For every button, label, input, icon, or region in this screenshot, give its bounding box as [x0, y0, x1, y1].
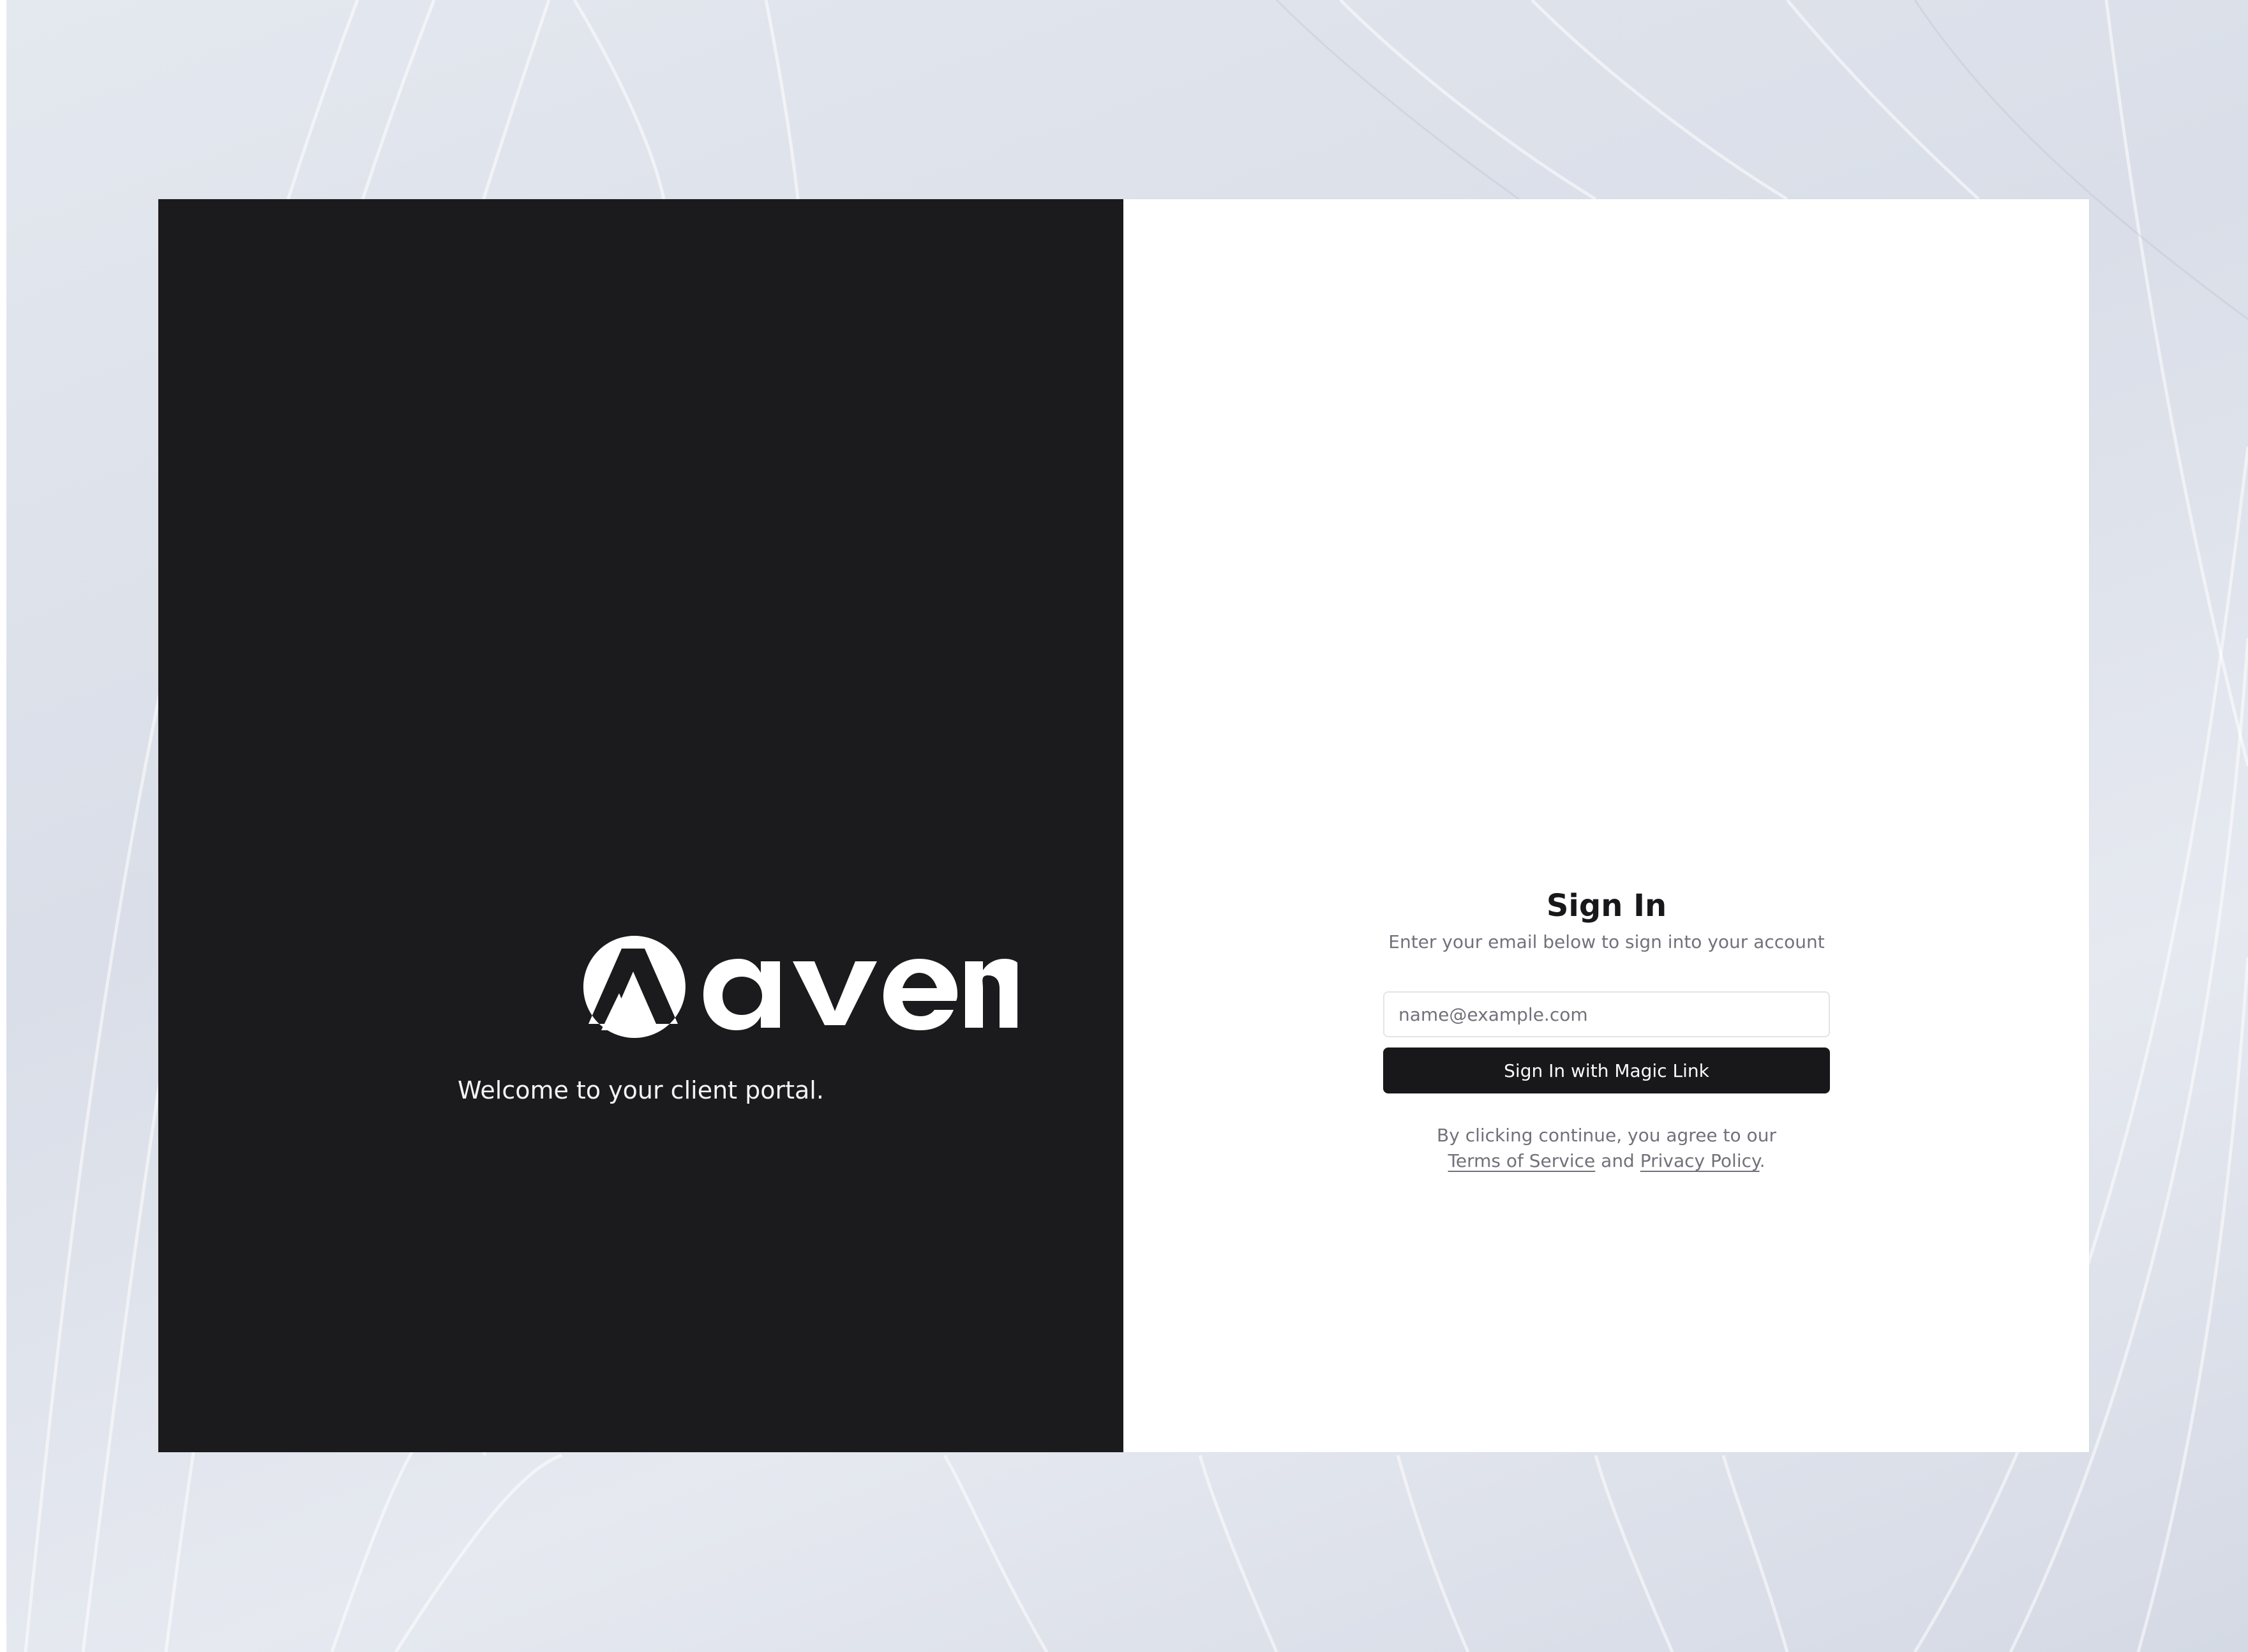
legal-prefix: By clicking continue, you agree to our: [1437, 1125, 1776, 1146]
left-edge-strip: [0, 0, 6, 1652]
aven-logo-icon: [583, 936, 1017, 1038]
legal-and: and: [1601, 1150, 1635, 1171]
privacy-policy-link[interactable]: Privacy Policy: [1640, 1150, 1760, 1171]
page-title: Sign In: [1546, 888, 1667, 924]
legal-notice: By clicking continue, you agree to our T…: [1383, 1123, 1830, 1174]
page-background: Welcome to your client portal. Sign In E…: [0, 0, 2248, 1652]
magic-link-signin-button[interactable]: Sign In with Magic Link: [1383, 1048, 1830, 1093]
login-card: Welcome to your client portal. Sign In E…: [158, 199, 2089, 1452]
legal-suffix: .: [1759, 1150, 1765, 1171]
terms-of-service-link[interactable]: Terms of Service: [1448, 1150, 1596, 1171]
signin-subtitle: Enter your email below to sign into your…: [1388, 931, 1825, 952]
signin-panel: Sign In Enter your email below to sign i…: [1123, 199, 2089, 1452]
signin-form: Sign In Enter your email below to sign i…: [1383, 883, 1830, 1174]
email-input[interactable]: [1383, 991, 1830, 1037]
welcome-tagline: Welcome to your client portal.: [458, 1076, 824, 1104]
brand-panel: Welcome to your client portal.: [158, 199, 1123, 1452]
